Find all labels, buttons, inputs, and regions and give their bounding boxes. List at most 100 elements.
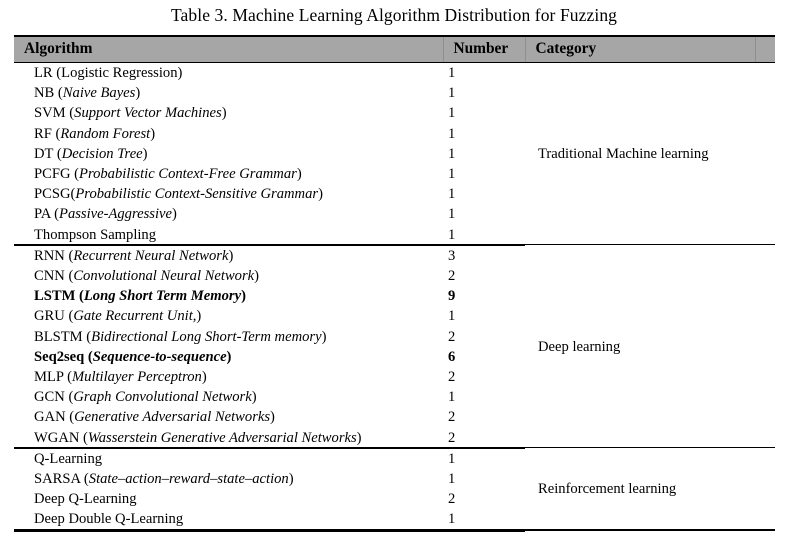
cell-algorithm: PA (Passive-Aggressive) [34, 206, 177, 223]
cell-number: 1 [448, 166, 456, 183]
cell-algorithm: DT (Decision Tree) [34, 145, 148, 162]
algorithm-expansion: Probabilistic Context-Free Grammar [79, 166, 297, 183]
algorithm-expansion: Recurrent Neural Network [73, 247, 229, 264]
cell-number: 2 [448, 491, 456, 508]
cell-number: 1 [448, 450, 456, 467]
algorithm-expansion: Sequence-to-sequence [92, 348, 227, 365]
cell-number: 2 [448, 369, 456, 386]
ml-algorithm-table: Algorithm Number Category LR (Logistic R… [14, 35, 775, 532]
cell-number: 1 [448, 471, 456, 488]
table-caption: Table 3. Machine Learning Algorithm Dist… [170, 5, 618, 25]
algorithm-abbreviation: PA [34, 206, 51, 223]
cell-number: 1 [448, 125, 456, 142]
algorithm-expansion: Decision Tree [61, 145, 143, 162]
cell-spacer [755, 63, 775, 246]
table-container: Algorithm Number Category LR (Logistic R… [14, 35, 775, 532]
cell-algorithm: Seq2seq (Sequence-to-sequence) [34, 348, 232, 365]
algorithm-abbreviation: MLP [34, 369, 64, 386]
column-header-number: Number [442, 35, 525, 63]
algorithm-abbreviation: PCFG [34, 166, 71, 183]
algorithm-expansion: Convolutional Neural Network [73, 268, 255, 285]
algorithm-expansion: State–action–reward–state–action [88, 471, 289, 488]
algorithm-abbreviation: NB [34, 85, 55, 102]
table-page: Table 3. Machine Learning Algorithm Dist… [0, 0, 788, 539]
cell-algorithm: GCN (Graph Convolutional Network) [34, 389, 257, 406]
algorithm-abbreviation: BLSTM [34, 328, 83, 345]
algorithm-abbreviation: LSTM [34, 288, 76, 305]
cell-algorithm: CNN (Convolutional Neural Network) [34, 268, 260, 285]
cell-number: 1 [448, 206, 456, 223]
cell-algorithm: Deep Q-Learning [14, 489, 443, 509]
algorithm-abbreviation: LR [34, 65, 53, 81]
cell-category: Deep learning [538, 338, 621, 355]
column-header-algorithm: Algorithm [14, 35, 443, 63]
cell-number: 6 [448, 348, 456, 365]
table-bottom-rule [14, 528, 775, 531]
cell-number: 1 [448, 389, 456, 406]
cell-category: Reinforcement learning [538, 481, 677, 498]
algorithm-expansion: Long Short Term Memory [83, 288, 242, 305]
cell-number: 1 [448, 85, 456, 102]
cell-algorithm: MLP (Multilayer Perceptron) [34, 369, 207, 386]
cell-algorithm: NB (Naive Bayes) [34, 85, 141, 102]
algorithm-expansion: Support Vector Machines [74, 105, 222, 122]
cell-algorithm: WGAN (Wasserstein Generative Adversarial… [14, 427, 443, 449]
table-row: RNN (Recurrent Neural Network) 3 Deep lear… [14, 245, 775, 355]
cell-algorithm: BLSTM (Bidirectional Long Short-Term mem… [34, 328, 327, 345]
cell-spacer [755, 245, 775, 448]
table-header: Algorithm Number Category [14, 35, 775, 63]
cell-number: 1 [443, 224, 525, 246]
cell-algorithm: GRU (Gate Recurrent Unit,) [34, 308, 202, 325]
algorithm-abbreviation: Thompson Sampling [34, 226, 157, 243]
algorithm-abbreviation: GRU [34, 308, 65, 325]
algorithm-abbreviation: DT [34, 145, 54, 162]
cell-algorithm: GAN (Generative Adversarial Networks) [34, 409, 275, 426]
algorithm-abbreviation: PCSG [34, 186, 71, 203]
cell-number: 1 [448, 186, 456, 203]
cell-algorithm: Thompson Sampling [14, 224, 443, 246]
cell-number: 1 [448, 105, 456, 122]
cell-number: 2 [448, 409, 456, 426]
table-row: Q-Learning 1 Reinforcement learning [14, 448, 775, 498]
cell-number: 1 [448, 145, 456, 162]
header-row: Algorithm Number Category [14, 35, 775, 63]
algorithm-abbreviation: CNN [34, 268, 65, 285]
cell-spacer [755, 448, 775, 530]
algorithm-expansion: Multilayer Perceptron [71, 369, 202, 386]
cell-number: 1 [448, 65, 456, 81]
cell-algorithm: RNN (Recurrent Neural Network) [34, 247, 234, 264]
algorithm-expansion: Graph Convolutional Network [73, 389, 252, 406]
cell-number: 1 [443, 509, 525, 532]
algorithm-abbreviation: RNN [34, 247, 65, 264]
algorithm-abbreviation: GAN [34, 409, 66, 426]
algorithm-expansion: Passive-Aggressive [59, 206, 172, 223]
table-row: LR (Logistic Regression) 1 Traditional Mac… [14, 63, 775, 162]
column-header-spacer [754, 35, 775, 63]
cell-category: Traditional Machine learning [538, 146, 709, 163]
cell-algorithm: LSTM (Long Short Term Memory) [34, 288, 246, 305]
cell-number: 9 [448, 288, 456, 305]
algorithm-expansion: Logistic Regression [61, 65, 178, 81]
algorithm-abbreviation: Deep Q-Learning [34, 491, 137, 508]
algorithm-abbreviation: Deep Double Q-Learning [34, 511, 184, 528]
cell-number: 2 [443, 427, 525, 449]
algorithm-expansion: Generative Adversarial Networks [74, 409, 271, 426]
cell-algorithm: PCSG(Probabilistic Context-Sensitive Gra… [34, 186, 323, 203]
cell-number: 3 [448, 247, 456, 264]
cell-number: 1 [448, 308, 456, 325]
algorithm-expansion: Gate Recurrent Unit, [73, 308, 197, 325]
algorithm-expansion: Probabilistic Context-Sensitive Grammar [75, 186, 319, 203]
cell-algorithm: RF (Random Forest) [34, 125, 156, 142]
algorithm-abbreviation: RF [34, 125, 52, 142]
cell-algorithm: PCFG (Probabilistic Context-Free Grammar… [34, 166, 302, 183]
group-separator-rule [14, 244, 775, 246]
cell-algorithm: Q-Learning [14, 448, 443, 469]
algorithm-expansion: Naive Bayes [62, 85, 136, 102]
cell-algorithm: SVM (Support Vector Machines) [34, 105, 227, 122]
table-body: LR (Logistic Regression) 1 Traditional Mac… [14, 63, 775, 532]
algorithm-abbreviation: Q-Learning [34, 450, 103, 467]
cell-number: 2 [448, 328, 456, 345]
algorithm-expansion: Wasserstein Generative Adversarial Netwo… [87, 429, 357, 446]
algorithm-abbreviation: WGAN [34, 429, 80, 446]
algorithm-abbreviation: SARSA [34, 471, 81, 488]
